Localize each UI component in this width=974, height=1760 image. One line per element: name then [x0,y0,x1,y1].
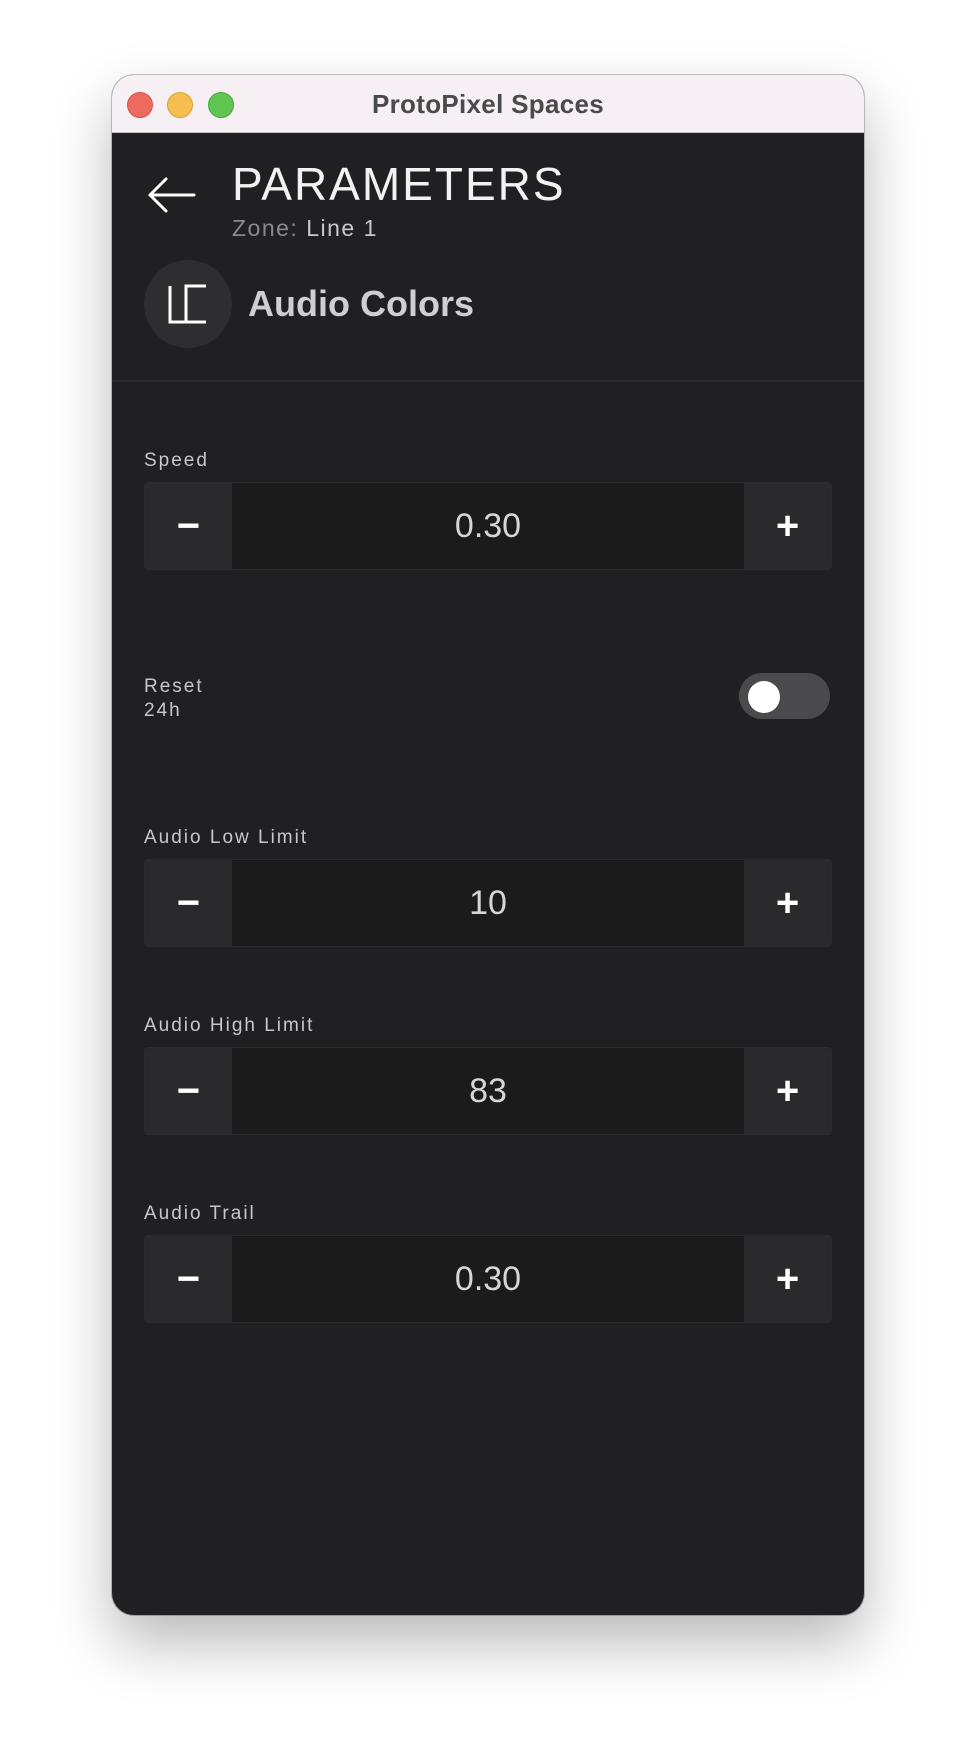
audio-trail-value[interactable]: 0.30 [232,1236,744,1322]
toggle-knob [748,681,780,713]
zone-label: Zone: [232,215,299,241]
pattern-name: Audio Colors [248,283,474,324]
reset-label-line1: Reset [144,676,204,697]
pattern-avatar [144,260,232,348]
zone-value: Line 1 [306,215,378,241]
audio-low-limit-stepper: − 10 + [144,859,832,947]
window-title: ProtoPixel Spaces [372,89,604,119]
back-button[interactable] [146,175,196,215]
arrow-left-icon [148,177,196,213]
audio-trail-increment-button[interactable]: + [744,1236,831,1322]
audio-low-limit-value[interactable]: 10 [232,860,744,946]
audio-high-limit-stepper: − 83 + [144,1047,832,1135]
audio-high-limit-value[interactable]: 83 [232,1048,744,1134]
audio-high-limit-label: Audio High Limit [144,1015,315,1036]
audio-high-limit-increment-button[interactable]: + [744,1048,831,1134]
audio-low-limit-increment-button[interactable]: + [744,860,831,946]
audio-trail-label: Audio Trail [144,1203,256,1224]
speed-value[interactable]: 0.30 [232,483,744,569]
zone-info: Zone: Line 1 [232,215,378,242]
audio-trail-decrement-button[interactable]: − [145,1236,232,1322]
audio-low-limit-decrement-button[interactable]: − [145,860,232,946]
audio-trail-stepper: − 0.30 + [144,1235,832,1323]
reset-label-line2: 24h [144,700,182,721]
audio-high-limit-decrement-button[interactable]: − [145,1048,232,1134]
audio-low-limit-label: Audio Low Limit [144,827,309,848]
reset-24h-toggle[interactable] [739,673,830,719]
speed-decrement-button[interactable]: − [145,483,232,569]
app-window: ProtoPixel Spaces PARAMETERS Zone: Line … [112,75,864,1615]
reset-24h-label: Reset 24h [144,675,204,723]
bracket-pattern-icon [168,284,206,324]
title-bar[interactable]: ProtoPixel Spaces [112,75,864,133]
speed-label: Speed [144,450,209,471]
speed-stepper: − 0.30 + [144,482,832,570]
speed-increment-button[interactable]: + [744,483,831,569]
header-divider [112,380,864,382]
page-title: PARAMETERS [232,158,566,210]
